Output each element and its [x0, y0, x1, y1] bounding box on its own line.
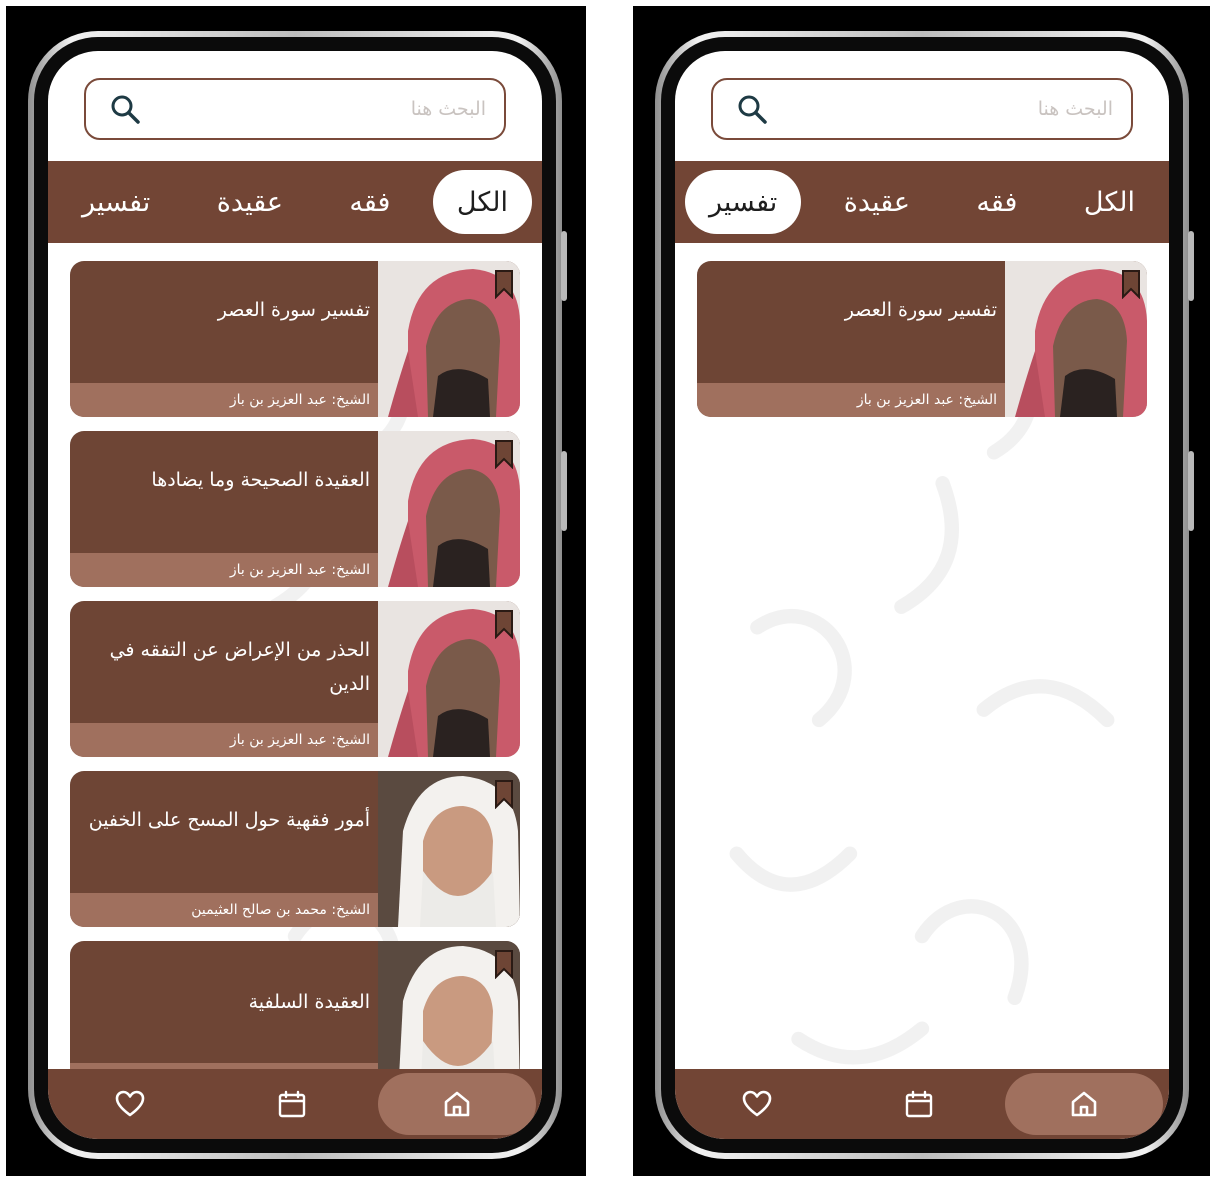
tab-tafsir[interactable]: تفسير	[58, 170, 174, 234]
sheikh-photo	[378, 431, 520, 587]
lecture-title: العقيدة السلفية	[248, 991, 370, 1013]
category-tabs: الكل فقه عقيدة تفسير	[48, 161, 542, 243]
sheikh-photo	[1005, 261, 1147, 417]
search-icon[interactable]	[735, 92, 769, 126]
app-screen: البحث هنا الكل فقه عقيدة تفسير تفسير سور…	[675, 51, 1169, 1139]
search-input[interactable]: البحث هنا	[711, 78, 1133, 140]
phone-frame: البحث هنا الكل فقه عقيدة تفسير تفسير سور…	[28, 31, 567, 1159]
nav-home[interactable]	[1005, 1073, 1163, 1135]
bookmark-icon[interactable]	[494, 949, 514, 980]
nav-calendar[interactable]	[879, 1073, 959, 1135]
tab-tafsir[interactable]: تفسير	[685, 170, 802, 234]
heart-icon	[742, 1090, 772, 1117]
lecture-card[interactable]: أمور فقهية حول المسح على الخفين الشيخ: م…	[70, 771, 520, 927]
search-placeholder: البحث هنا	[410, 98, 486, 120]
lecture-footer: الشيخ: محمد بن صالح العثيمين	[70, 893, 378, 927]
lecture-card[interactable]: الحذر من الإعراض عن التفقه في الدين الشي…	[70, 601, 520, 757]
tab-fiqh[interactable]: فقه	[952, 170, 1041, 234]
nav-favorites[interactable]	[717, 1073, 797, 1135]
lecture-footer: الشيخ: عبد العزيز بن باز	[70, 723, 378, 757]
power-button	[561, 451, 567, 531]
sheikh-photo	[378, 771, 520, 927]
bookmark-icon[interactable]	[494, 779, 514, 810]
lecture-author: الشيخ: عبد العزيز بن باز	[229, 732, 370, 748]
lecture-title: العقيدة الصحيحة وما يضادها	[151, 469, 370, 491]
search-placeholder: البحث هنا	[1037, 98, 1113, 120]
volume-button	[561, 231, 567, 301]
lecture-footer: الشيخ: عبد العزيز بن باز	[697, 383, 1005, 417]
lecture-footer: الشيخ: عبد العزيز بن باز	[70, 553, 378, 587]
volume-button	[1188, 231, 1194, 301]
calendar-icon	[905, 1090, 933, 1118]
phone-frame: البحث هنا الكل فقه عقيدة تفسير تفسير سور…	[655, 31, 1194, 1159]
tab-all[interactable]: الكل	[432, 170, 532, 234]
search-icon[interactable]	[108, 92, 142, 126]
lecture-title: أمور فقهية حول المسح على الخفين	[88, 809, 370, 831]
lecture-list: تفسير سورة العصر الشيخ: عبد العزيز بن با…	[697, 261, 1147, 431]
lecture-author: الشيخ: محمد بن صالح العثيمين	[191, 902, 370, 918]
sheikh-photo	[378, 601, 520, 757]
calendar-icon	[278, 1090, 306, 1118]
lecture-footer: الشيخ: عبد العزيز بن باز	[70, 383, 378, 417]
bookmark-icon[interactable]	[494, 439, 514, 470]
lecture-author: الشيخ: عبد العزيز بن باز	[229, 392, 370, 408]
home-icon	[1071, 1091, 1097, 1117]
lecture-title: تفسير سورة العصر	[844, 299, 997, 321]
right-phone-panel: البحث هنا الكل فقه عقيدة تفسير تفسير سور…	[633, 6, 1210, 1176]
tab-aqeedah[interactable]: عقيدة	[820, 170, 934, 234]
search-input[interactable]: البحث هنا	[84, 78, 506, 140]
nav-calendar[interactable]	[252, 1073, 332, 1135]
heart-icon	[115, 1090, 145, 1117]
category-tabs: الكل فقه عقيدة تفسير	[675, 161, 1169, 243]
bottom-navigation	[48, 1069, 542, 1139]
power-button	[1188, 451, 1194, 531]
bookmark-icon[interactable]	[494, 609, 514, 640]
lecture-card[interactable]: العقيدة الصحيحة وما يضادها الشيخ: عبد ال…	[70, 431, 520, 587]
tab-all[interactable]: الكل	[1060, 170, 1159, 234]
bookmark-icon[interactable]	[494, 269, 514, 300]
lecture-author: الشيخ: عبد العزيز بن باز	[229, 562, 370, 578]
bottom-navigation	[675, 1069, 1169, 1139]
home-icon	[444, 1091, 470, 1117]
lecture-list: تفسير سورة العصر الشيخ: عبد العزيز بن با…	[70, 261, 520, 1111]
lecture-card[interactable]: تفسير سورة العصر الشيخ: عبد العزيز بن با…	[70, 261, 520, 417]
lecture-author: الشيخ: عبد العزيز بن باز	[856, 392, 997, 408]
sheikh-photo	[378, 261, 520, 417]
lecture-title: تفسير سورة العصر	[217, 299, 370, 321]
lecture-card[interactable]: تفسير سورة العصر الشيخ: عبد العزيز بن با…	[697, 261, 1147, 417]
lecture-title: الحذر من الإعراض عن التفقه في الدين	[109, 639, 370, 695]
tab-aqeedah[interactable]: عقيدة	[193, 170, 307, 234]
left-phone-panel: البحث هنا الكل فقه عقيدة تفسير تفسير سور…	[6, 6, 586, 1176]
nav-favorites[interactable]	[90, 1073, 170, 1135]
tab-fiqh[interactable]: فقه	[325, 170, 414, 234]
app-screen: البحث هنا الكل فقه عقيدة تفسير تفسير سور…	[48, 51, 542, 1139]
bookmark-icon[interactable]	[1121, 269, 1141, 300]
nav-home[interactable]	[378, 1073, 536, 1135]
